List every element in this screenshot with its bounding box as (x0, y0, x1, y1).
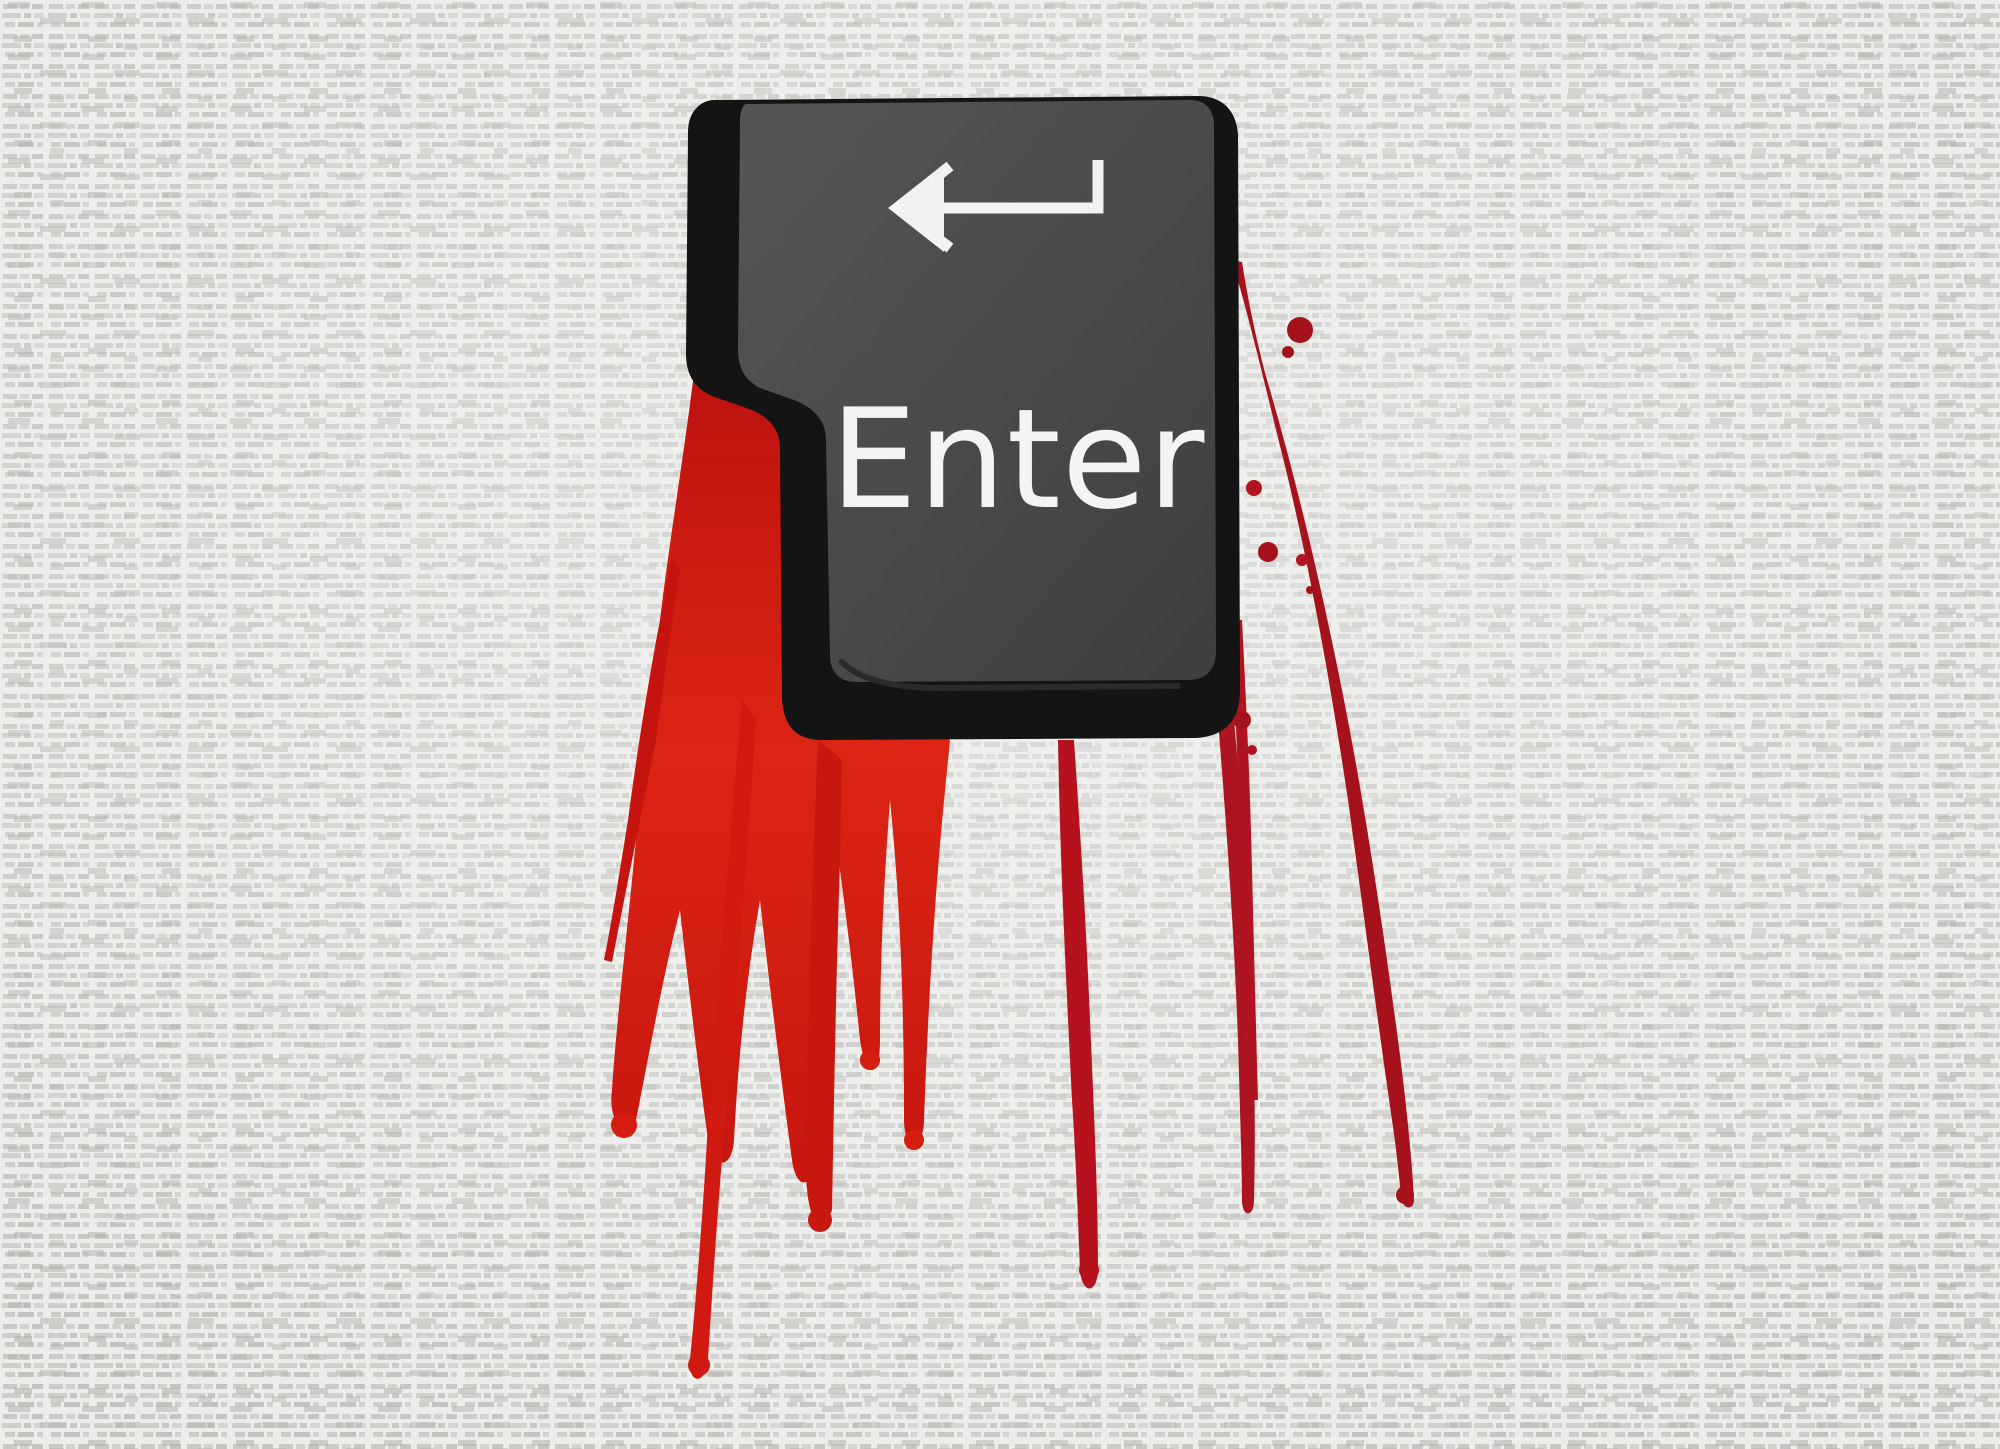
blood-drop (1287, 317, 1313, 343)
illustration (0, 0, 2000, 1449)
blood-drop (1296, 554, 1308, 566)
blood-drop (1247, 745, 1257, 755)
blood-drip-end (860, 1050, 880, 1070)
key-label: Enter (830, 379, 1206, 540)
blood-drop (1282, 346, 1294, 358)
scene: Enter (0, 0, 2000, 1449)
blood-drop (1306, 586, 1314, 594)
blood-drip-end (1396, 1186, 1414, 1204)
blood-drip-end (904, 1130, 924, 1150)
blood-drip-end (688, 1354, 710, 1376)
blood-drip-end (611, 1112, 637, 1138)
blood-drop (1246, 480, 1262, 496)
blood-drop (1258, 542, 1278, 562)
blood-drip-end (1079, 1260, 1099, 1280)
blood-drip-end (808, 1208, 832, 1232)
